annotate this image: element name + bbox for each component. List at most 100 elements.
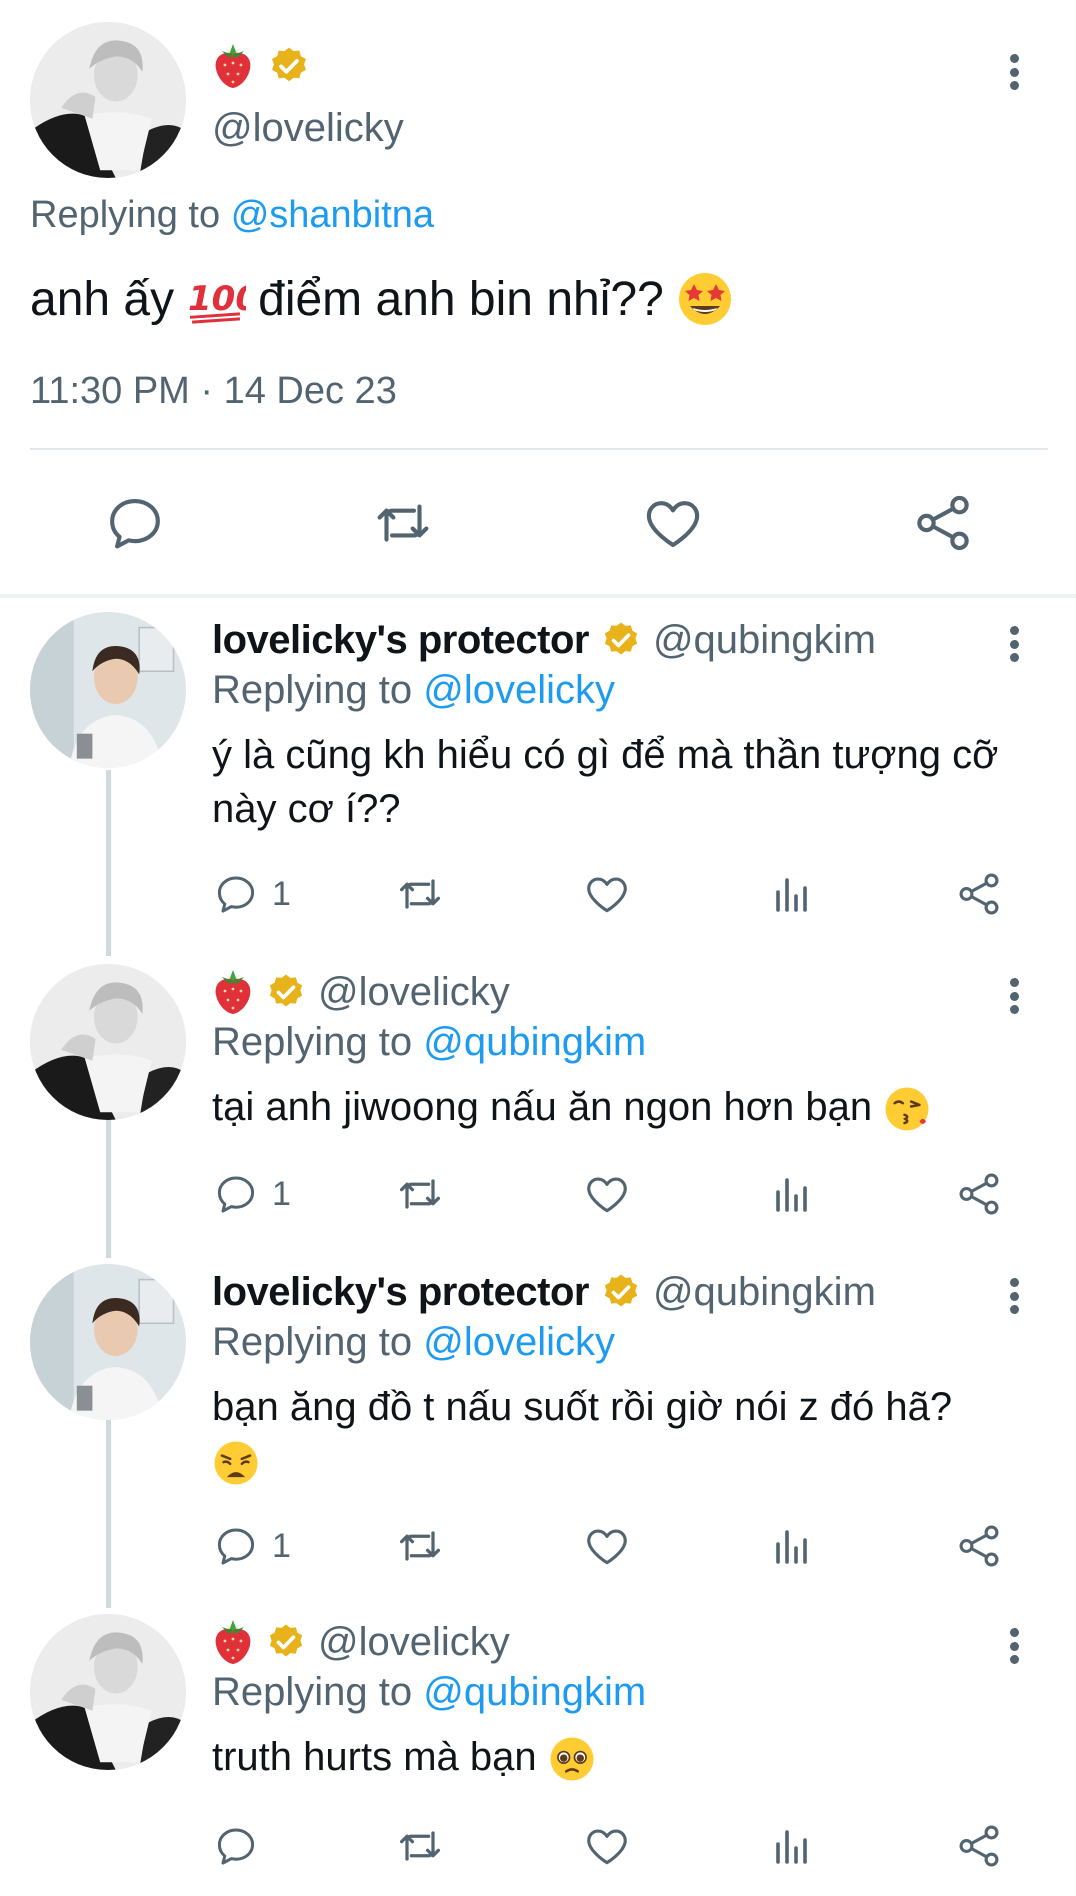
replying-prefix: Replying to (30, 194, 221, 236)
reply-tweet: lovelicky's protector @qubingkim Replyin… (0, 1264, 1076, 1594)
replying-to-link[interactable]: @shanbitna (231, 194, 434, 236)
reply-action-bar: 1 (212, 1518, 1032, 1574)
reply-header: @lovelicky (212, 964, 510, 1020)
more-options-icon[interactable] (999, 48, 1029, 96)
retweet-button[interactable] (394, 1818, 446, 1874)
share-button[interactable] (910, 490, 976, 556)
like-icon (587, 1529, 627, 1565)
share-icon (959, 1173, 999, 1215)
reply-button[interactable] (102, 490, 168, 556)
retweet-icon (399, 879, 441, 909)
tweet-text-body: truth hurts mà bạn (212, 1735, 537, 1779)
share-button[interactable] (954, 1818, 1004, 1874)
reply-icon (217, 1828, 255, 1865)
reply-tweet: @lovelicky Replying to @qubingkim tại an… (0, 964, 1076, 1244)
avatar[interactable] (30, 612, 186, 768)
views-button[interactable] (768, 1166, 816, 1222)
divider (30, 448, 1048, 450)
views-button[interactable] (768, 866, 816, 922)
reply-button[interactable]: 1 (212, 1166, 291, 1222)
more-options-icon[interactable] (999, 1622, 1029, 1670)
author-name[interactable]: lovelicky's protector (212, 1270, 589, 1315)
author-name[interactable]: lovelicky's protector (212, 618, 589, 663)
section-separator (0, 594, 1076, 598)
avatar[interactable] (30, 22, 186, 178)
replying-to-link[interactable]: @lovelicky (423, 668, 615, 712)
like-button[interactable] (582, 1818, 632, 1874)
tweet-text: bạn ăng đồ t nấu suốt rồi giờ nói z đó h… (212, 1380, 1032, 1488)
verified-badge-icon (604, 1274, 638, 1307)
views-button[interactable] (768, 1518, 816, 1574)
share-button[interactable] (954, 1166, 1004, 1222)
replying-to-link[interactable]: @qubingkim (423, 1020, 646, 1064)
kissing-face-emoji (885, 1087, 929, 1131)
reply-button[interactable]: 1 (212, 1518, 291, 1574)
retweet-button[interactable] (394, 1166, 446, 1222)
retweet-icon (399, 1531, 441, 1561)
strawberry-icon (215, 44, 251, 88)
reply-action-bar: 1 (212, 866, 1032, 922)
reply-count: 1 (272, 1526, 291, 1565)
analytics-icon (776, 878, 807, 912)
analytics-icon (776, 1530, 807, 1564)
avatar[interactable] (30, 1614, 186, 1770)
author-handle[interactable]: @qubingkim (653, 618, 876, 663)
main-action-bar (0, 490, 1076, 556)
retweet-button[interactable] (370, 490, 436, 556)
analytics-icon (776, 1178, 807, 1212)
author-handle[interactable]: @lovelicky (318, 1620, 510, 1665)
replying-to: Replying to @shanbitna (30, 194, 434, 237)
replying-to-link[interactable]: @qubingkim (423, 1670, 646, 1714)
share-button[interactable] (954, 866, 1004, 922)
author-handle[interactable]: @lovelicky (212, 106, 404, 151)
tweet-text: tại anh jiwoong nấu ăn ngon hơn bạn (212, 1080, 1032, 1134)
avatar-photo-bw (30, 22, 186, 178)
retweet-button[interactable] (394, 866, 446, 922)
replying-to-link[interactable]: @lovelicky (423, 1320, 615, 1364)
more-options-icon[interactable] (999, 972, 1029, 1020)
avatar[interactable] (30, 964, 186, 1120)
reply-count: 1 (272, 1174, 291, 1213)
reply-tweet: lovelicky's protector @qubingkim Replyin… (0, 612, 1076, 942)
strawberry-icon (215, 1620, 251, 1664)
views-button[interactable] (768, 1818, 816, 1874)
more-options-icon[interactable] (999, 620, 1029, 668)
reply-icon (217, 876, 255, 913)
share-button[interactable] (954, 1518, 1004, 1574)
reply-header: lovelicky's protector @qubingkim (212, 1264, 876, 1320)
hundred-points-emoji: 100 (188, 279, 246, 324)
reply-button[interactable]: 1 (212, 866, 291, 922)
reply-button[interactable] (212, 1818, 272, 1874)
retweet-button[interactable] (394, 1518, 446, 1574)
replying-to: Replying to @qubingkim (212, 1020, 646, 1065)
like-button[interactable] (582, 866, 632, 922)
tweet-text: ý là cũng kh hiểu có gì để mà thần tượng… (212, 733, 999, 831)
share-icon (959, 1825, 999, 1867)
like-button[interactable] (582, 1166, 632, 1222)
reply-tweet: @lovelicky Replying to @qubingkim truth … (0, 1614, 1076, 1896)
tweet-text-part1: anh ấy (30, 272, 175, 326)
analytics-icon (776, 1830, 807, 1864)
verified-badge-icon (604, 622, 638, 655)
author-handle[interactable]: @lovelicky (318, 970, 510, 1015)
like-button[interactable] (582, 1518, 632, 1574)
retweet-icon (399, 1831, 441, 1861)
author-handle[interactable]: @qubingkim (653, 1270, 876, 1315)
like-button[interactable] (640, 490, 706, 556)
pleading-face-emoji (550, 1737, 594, 1781)
reply-icon (217, 1176, 255, 1213)
reply-action-bar (212, 1818, 1032, 1874)
timestamp[interactable]: 11:30 PM · 14 Dec 23 (30, 370, 397, 413)
reply-header: lovelicky's protector @qubingkim (212, 612, 876, 668)
tweet-text-body: bạn ăng đồ t nấu suốt rồi giờ nói z đó h… (212, 1385, 953, 1429)
replying-prefix: Replying to (212, 1670, 413, 1714)
main-tweet: @lovelicky Replying to @shanbitna anh ấy… (0, 0, 1076, 594)
replying-to: Replying to @qubingkim (212, 1670, 646, 1715)
tweet-thread-page: @lovelicky Replying to @shanbitna anh ấy… (0, 0, 1076, 1896)
avatar-photo-bw (30, 964, 186, 1120)
more-options-icon[interactable] (999, 1272, 1029, 1320)
replying-to: Replying to @lovelicky (212, 668, 615, 713)
replying-prefix: Replying to (212, 1320, 413, 1364)
like-icon (646, 501, 700, 548)
avatar[interactable] (30, 1264, 186, 1420)
